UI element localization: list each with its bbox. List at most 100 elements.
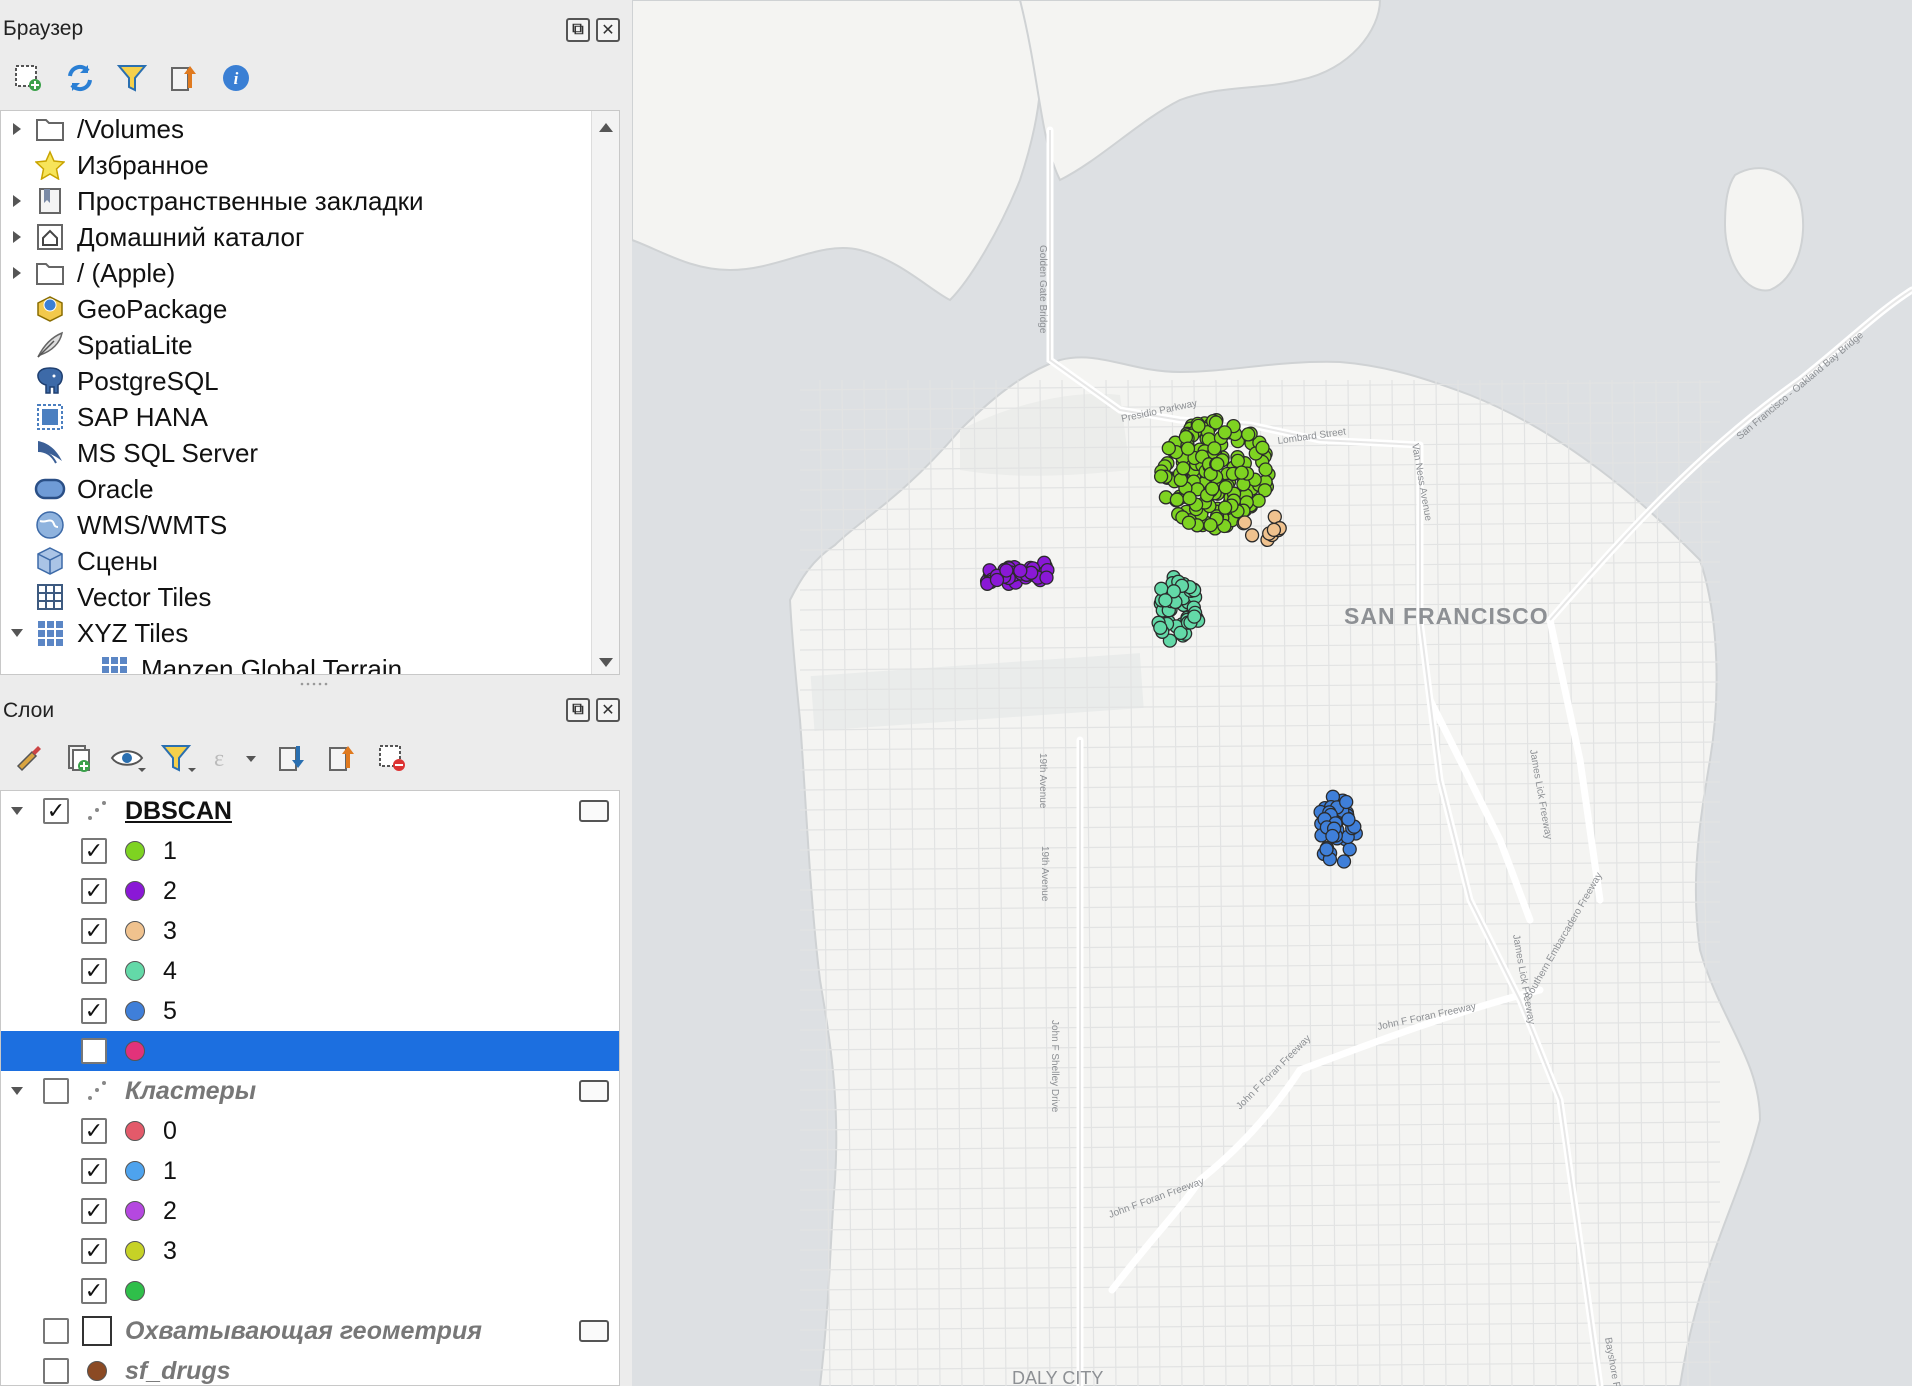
browser-item-label: XYZ Tiles (77, 617, 189, 648)
class-label: 1 (163, 1156, 177, 1185)
collapse-layers-icon[interactable] (324, 740, 360, 776)
expand-arrow-icon (1, 543, 33, 579)
class-checkbox[interactable] (81, 1038, 107, 1064)
memory-layer-icon[interactable] (579, 1320, 609, 1342)
memory-layer-icon[interactable] (579, 1080, 609, 1102)
refresh-icon[interactable] (62, 60, 98, 96)
visibility-eye-icon[interactable] (110, 740, 146, 776)
layers-tree[interactable]: ✓ DBSCAN ✓ 1 ✓ 2 ✓ 3 ✓ 4 ✓ 5 Кластеры ✓ 0 ✓ 1 ✓ 2 ✓ 3 ✓ Охваты… (0, 790, 620, 1386)
point-layer-icon (69, 1079, 125, 1103)
undock-button[interactable]: ⧉ (566, 18, 590, 42)
symbol-dot-icon (125, 921, 145, 941)
legend-class-row[interactable]: ✓ 5 (1, 991, 619, 1031)
browser-scrollbar[interactable] (591, 111, 619, 674)
svg-text:i: i (234, 69, 239, 88)
expand-arrow-icon[interactable] (1, 219, 33, 255)
class-checkbox[interactable]: ✓ (81, 1118, 107, 1144)
remove-layer-icon[interactable] (374, 740, 410, 776)
sap-hana-icon (33, 400, 67, 434)
expand-arrow-icon (1, 327, 33, 363)
class-checkbox[interactable]: ✓ (81, 1198, 107, 1224)
expand-arrow-icon (1, 471, 33, 507)
symbol-dot-icon (125, 1201, 145, 1221)
add-layer-icon[interactable] (10, 60, 46, 96)
expand-arrow-icon (1, 147, 33, 183)
map-point (1039, 570, 1054, 585)
layer-checkbox[interactable]: ✓ (43, 798, 69, 824)
class-checkbox[interactable]: ✓ (81, 1278, 107, 1304)
browser-item[interactable]: GeoPackage (1, 291, 227, 327)
browser-item[interactable]: WMS/WMTS (1, 507, 227, 543)
legend-class-row[interactable] (1, 1031, 619, 1071)
legend-class-row[interactable]: ✓ 4 (1, 951, 619, 991)
layers-undock-button[interactable]: ⧉ (566, 698, 590, 722)
legend-class-row[interactable]: ✓ 2 (1, 871, 619, 911)
browser-item-label: GeoPackage (77, 293, 228, 324)
browser-item[interactable]: Mapzen Global Terrain (65, 651, 402, 674)
add-group-icon[interactable] (60, 740, 96, 776)
layer-checkbox[interactable] (43, 1318, 69, 1344)
layer-bounding-geometry[interactable]: Охватывающая геометрия (1, 1311, 619, 1351)
legend-class-row[interactable]: ✓ 2 (1, 1191, 619, 1231)
layer-dbscan[interactable]: ✓ DBSCAN (1, 791, 619, 831)
map-point (1244, 528, 1260, 543)
browser-item[interactable]: PostgreSQL (1, 363, 219, 399)
class-checkbox[interactable]: ✓ (81, 998, 107, 1024)
browser-tree[interactable]: /Volumes Избранное Пространственные заклад… (0, 110, 620, 675)
expand-arrow-icon[interactable] (1, 183, 33, 219)
map-point (1176, 461, 1191, 476)
close-panel-button[interactable]: ✕ (596, 18, 620, 42)
browser-item[interactable]: SAP HANA (1, 399, 208, 435)
class-checkbox[interactable]: ✓ (81, 958, 107, 984)
layer-name: DBSCAN (125, 796, 232, 825)
collapse-arrow-icon[interactable] (1, 803, 33, 819)
symbol-dot-icon (125, 961, 145, 981)
map-point (1153, 620, 1168, 635)
map-point (1205, 481, 1220, 496)
layer-filter-icon[interactable] (160, 740, 196, 776)
map-point (1187, 609, 1202, 624)
browser-item[interactable]: /Volumes (1, 111, 184, 147)
legend-class-row[interactable]: ✓ (1, 1271, 619, 1311)
expand-all-icon[interactable] (274, 740, 310, 776)
expand-arrow-icon[interactable] (1, 111, 33, 147)
class-label: 2 (163, 876, 177, 905)
info-icon[interactable]: i (218, 60, 254, 96)
browser-item[interactable]: Домашний каталог (1, 219, 305, 255)
layer-sf-drugs[interactable]: sf_drugs (1, 1351, 619, 1385)
class-checkbox[interactable]: ✓ (81, 1158, 107, 1184)
filter-icon[interactable] (114, 60, 150, 96)
browser-item[interactable]: Сцены (1, 543, 158, 579)
layer-checkbox[interactable] (43, 1078, 69, 1104)
class-checkbox[interactable]: ✓ (81, 918, 107, 944)
memory-layer-icon[interactable] (579, 800, 609, 822)
collapse-arrow-icon[interactable] (1, 615, 33, 651)
legend-class-row[interactable]: ✓ 0 (1, 1111, 619, 1151)
style-brush-icon[interactable] (10, 740, 46, 776)
browser-item[interactable]: / (Apple) (1, 255, 175, 291)
collapse-arrow-icon[interactable] (1, 1083, 33, 1099)
legend-class-row[interactable]: ✓ 3 (1, 911, 619, 951)
layer-checkbox[interactable] (43, 1358, 69, 1384)
legend-class-row[interactable]: ✓ 1 (1, 1151, 619, 1191)
expand-arrow-icon[interactable] (1, 255, 33, 291)
browser-item[interactable]: SpatiaLite (1, 327, 193, 363)
browser-item[interactable]: MS SQL Server (1, 435, 258, 471)
browser-item[interactable]: Vector Tiles (1, 579, 211, 615)
map-canvas[interactable]: SAN FRANCISCO DALY CITY Lombard Street P… (632, 0, 1912, 1386)
browser-item[interactable]: Пространственные закладки (1, 183, 424, 219)
layers-toolbar: ε (0, 728, 628, 788)
legend-class-row[interactable]: ✓ 3 (1, 1231, 619, 1271)
symbol-dot-icon (125, 1041, 145, 1061)
class-checkbox[interactable]: ✓ (81, 838, 107, 864)
panel-splitter[interactable] (0, 676, 628, 686)
layer-clusters[interactable]: Кластеры (1, 1071, 619, 1111)
collapse-all-icon[interactable] (166, 60, 202, 96)
class-checkbox[interactable]: ✓ (81, 878, 107, 904)
layers-close-button[interactable]: ✕ (596, 698, 620, 722)
browser-item[interactable]: Избранное (1, 147, 209, 183)
class-checkbox[interactable]: ✓ (81, 1238, 107, 1264)
browser-item[interactable]: XYZ Tiles (1, 615, 188, 651)
browser-item[interactable]: Oracle (1, 471, 154, 507)
legend-class-row[interactable]: ✓ 1 (1, 831, 619, 871)
